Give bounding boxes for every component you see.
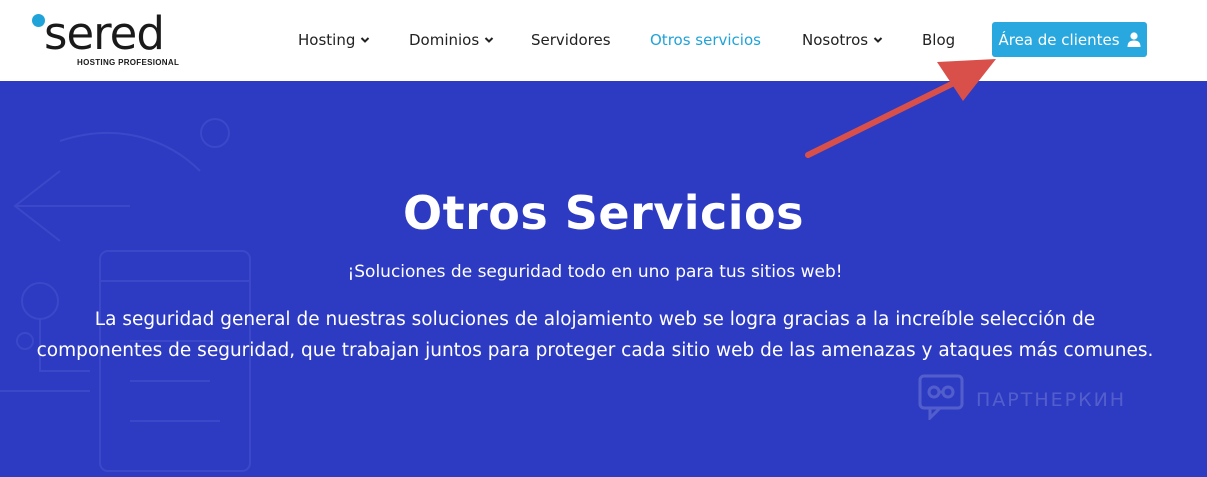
nav-item-otros-servicios[interactable]: Otros servicios: [650, 29, 761, 51]
nav-item-dominios[interactable]: Dominios: [409, 29, 494, 51]
nav-item-label: Servidores: [531, 31, 611, 49]
chevron-down-icon: [484, 35, 494, 45]
nav-item-label: Dominios: [409, 31, 480, 49]
nav-item-label: Blog: [922, 31, 956, 49]
hero-title: Otros Servicios: [402, 186, 805, 240]
hero-section: Otros Servicios ¡Soluciones de seguridad…: [0, 81, 1207, 477]
chat-glasses-icon: [918, 374, 964, 425]
hero-subtitle: ¡Soluciones de seguridad todo en uno par…: [347, 262, 843, 282]
nav-item-nosotros[interactable]: Nosotros: [802, 29, 883, 51]
user-icon: [1127, 32, 1141, 47]
nav-item-label: Nosotros: [802, 31, 869, 49]
nav-item-label: Otros servicios: [650, 31, 761, 49]
site-header: sered HOSTING PROFESIONAL Hosting Domini…: [0, 0, 1207, 81]
nav-item-label: Hosting: [298, 31, 356, 49]
hero-description: La seguridad general de nuestras solucio…: [36, 309, 1154, 361]
watermark-text: ПАРТНЕРКИН: [976, 388, 1127, 411]
client-area-button[interactable]: Área de clientes: [992, 22, 1147, 57]
nav-item-blog[interactable]: Blog: [922, 29, 955, 51]
main-nav: Hosting Dominios Servidores Otros servic…: [0, 0, 1207, 81]
chevron-down-icon: [873, 35, 883, 45]
nav-item-servidores[interactable]: Servidores: [531, 29, 611, 51]
watermark: ПАРТНЕРКИН: [918, 374, 1126, 425]
chevron-down-icon: [360, 35, 370, 45]
client-area-label: Área de clientes: [998, 30, 1120, 49]
nav-item-hosting[interactable]: Hosting: [298, 29, 370, 51]
